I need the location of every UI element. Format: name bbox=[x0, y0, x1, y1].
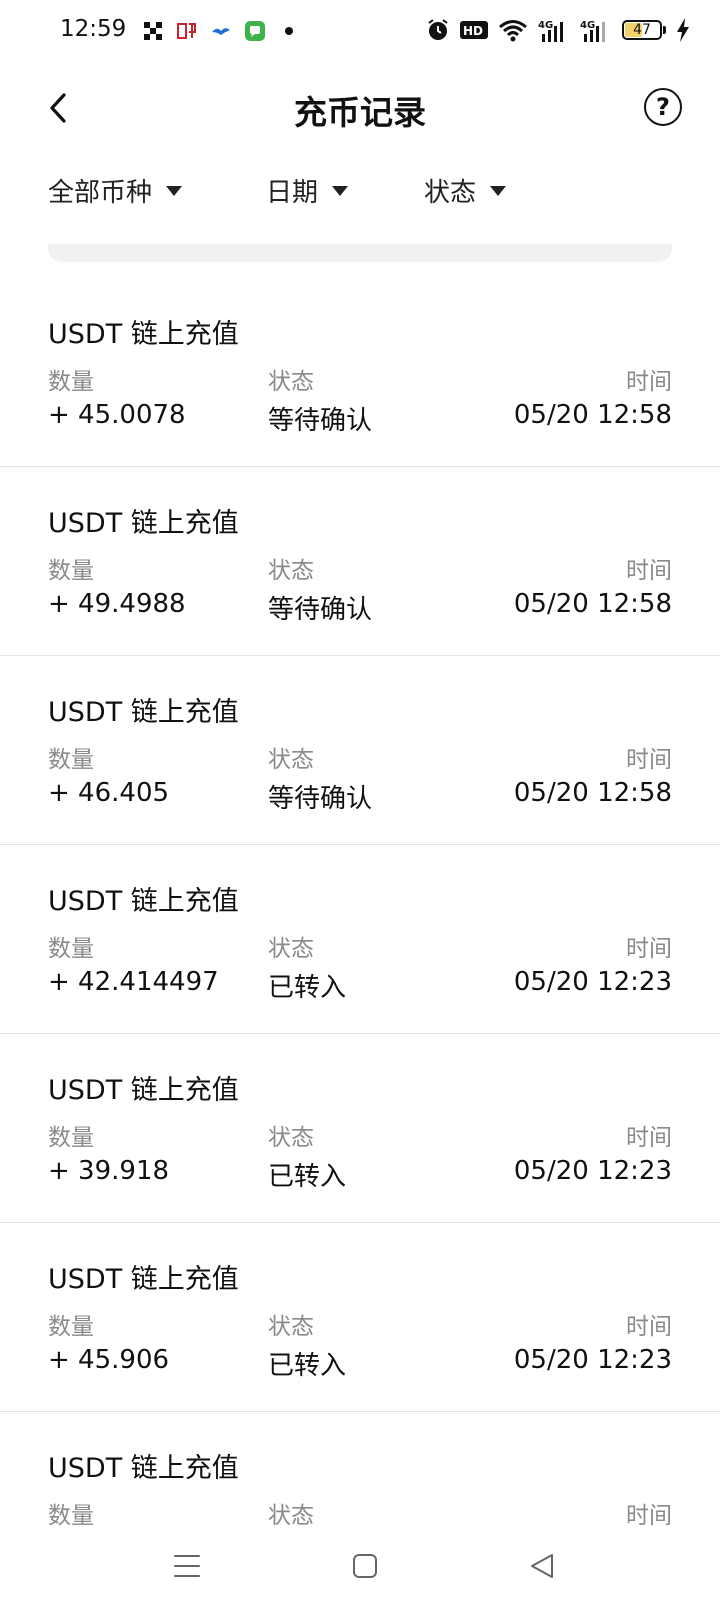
question-circle-icon: ? bbox=[656, 93, 670, 121]
nav-recents-button[interactable] bbox=[167, 1546, 207, 1586]
filter-coin-dropdown[interactable]: 全部币种 bbox=[48, 172, 183, 209]
time-value: 05/20 12:23 bbox=[513, 967, 672, 997]
caret-down-icon bbox=[166, 185, 183, 196]
list-item[interactable]: USDT 链上充值 数量 状态 时间 + 45.906 已转入 05/20 12… bbox=[0, 1223, 720, 1412]
time-label: 时间 bbox=[626, 558, 672, 584]
notification-icons bbox=[142, 20, 300, 42]
more-dot-icon bbox=[285, 27, 293, 35]
system-nav-bar bbox=[0, 1526, 720, 1612]
status-label: 状态 bbox=[268, 558, 314, 584]
okx-app-icon bbox=[144, 22, 162, 40]
postal-app-icon bbox=[177, 23, 196, 39]
svg-text:4G: 4G bbox=[538, 20, 553, 31]
amount-label: 数量 bbox=[48, 1314, 94, 1340]
time-label: 时间 bbox=[626, 747, 672, 773]
status-label: 状态 bbox=[268, 1314, 314, 1340]
amount-value: + 39.918 bbox=[48, 1156, 170, 1186]
status-value: 等待确认 bbox=[268, 406, 373, 436]
status-value: 已转入 bbox=[268, 1351, 347, 1381]
filter-panel-edge bbox=[48, 244, 672, 262]
battery-level: 47 bbox=[633, 22, 651, 38]
triangle-back-icon bbox=[531, 1554, 553, 1578]
status-label: 状态 bbox=[268, 1503, 314, 1529]
record-title: USDT 链上充值 bbox=[48, 508, 239, 539]
status-value: 等待确认 bbox=[268, 595, 373, 625]
caret-down-icon bbox=[490, 185, 507, 196]
menu-lines-icon bbox=[174, 1555, 200, 1577]
time-label: 时间 bbox=[626, 369, 672, 395]
status-label: 状态 bbox=[268, 936, 314, 962]
signal-4g-icon-2: 4G bbox=[580, 20, 605, 42]
nav-back-button[interactable] bbox=[522, 1546, 562, 1586]
page-title: 充币记录 bbox=[294, 93, 426, 132]
amount-value: + 45.0078 bbox=[48, 400, 186, 430]
amount-value: + 46.405 bbox=[48, 778, 170, 808]
hd-icon: HD bbox=[460, 21, 488, 39]
record-title: USDT 链上充值 bbox=[48, 319, 239, 350]
status-label: 状态 bbox=[268, 1125, 314, 1151]
wifi-icon bbox=[499, 20, 527, 42]
caret-down-icon bbox=[332, 185, 349, 196]
time-value: 05/20 12:58 bbox=[513, 589, 672, 619]
status-label: 状态 bbox=[268, 369, 314, 395]
time-value: 05/20 12:58 bbox=[513, 778, 672, 808]
amount-label: 数量 bbox=[48, 747, 94, 773]
amount-label: 数量 bbox=[48, 369, 94, 395]
time-value: 05/20 12:58 bbox=[513, 400, 672, 430]
time-label: 时间 bbox=[626, 1503, 672, 1529]
time-label: 时间 bbox=[626, 936, 672, 962]
list-item[interactable]: USDT 链上充值 数量 状态 时间 + 46.405 等待确认 05/20 1… bbox=[0, 656, 720, 845]
time-value: 05/20 12:23 bbox=[513, 1345, 672, 1375]
amount-label: 数量 bbox=[48, 936, 94, 962]
filter-bar: 全部币种 日期 状态 bbox=[0, 160, 720, 224]
filter-date-dropdown[interactable]: 日期 bbox=[266, 172, 349, 209]
status-value: 已转入 bbox=[268, 973, 347, 1003]
message-app-icon bbox=[245, 21, 265, 41]
amount-label: 数量 bbox=[48, 1125, 94, 1151]
list-item[interactable]: USDT 链上充值 数量 状态 时间 + 39.918 已转入 05/20 12… bbox=[0, 1034, 720, 1223]
battery-cap bbox=[663, 26, 666, 34]
record-title: USDT 链上充值 bbox=[48, 1453, 239, 1484]
status-label: 状态 bbox=[268, 747, 314, 773]
status-value: 等待确认 bbox=[268, 784, 373, 814]
battery-icon: 47 bbox=[622, 20, 662, 40]
record-title: USDT 链上充值 bbox=[48, 1264, 239, 1295]
record-title: USDT 链上充值 bbox=[48, 1075, 239, 1106]
status-bar: 12:59 HD 4G 4G 47 bbox=[0, 0, 720, 66]
bird-app-icon bbox=[212, 28, 230, 35]
filter-coin-label: 全部币种 bbox=[48, 178, 153, 208]
help-button[interactable]: ? bbox=[644, 88, 682, 126]
svg-text:HD: HD bbox=[463, 24, 483, 38]
amount-label: 数量 bbox=[48, 558, 94, 584]
time-label: 时间 bbox=[626, 1125, 672, 1151]
square-home-icon bbox=[353, 1554, 377, 1578]
svg-text:4G: 4G bbox=[580, 20, 595, 31]
list-item[interactable]: USDT 链上充值 数量 状态 时间 + 45.0078 等待确认 05/20 … bbox=[0, 278, 720, 467]
amount-label: 数量 bbox=[48, 1503, 94, 1529]
deposit-records-list: USDT 链上充值 数量 状态 时间 + 45.0078 等待确认 05/20 … bbox=[0, 278, 720, 1600]
system-icons: HD 4G 4G 47 bbox=[426, 18, 690, 42]
list-item[interactable]: USDT 链上充值 数量 状态 时间 + 49.4988 等待确认 05/20 … bbox=[0, 467, 720, 656]
time-label: 时间 bbox=[626, 1314, 672, 1340]
filter-status-label: 状态 bbox=[424, 178, 477, 208]
status-time: 12:59 bbox=[60, 16, 127, 42]
filter-status-dropdown[interactable]: 状态 bbox=[424, 172, 507, 209]
amount-value: + 42.414497 bbox=[48, 967, 219, 997]
time-value: 05/20 12:23 bbox=[513, 1156, 672, 1186]
list-item[interactable]: USDT 链上充值 数量 状态 时间 + 42.414497 已转入 05/20… bbox=[0, 845, 720, 1034]
record-title: USDT 链上充值 bbox=[48, 697, 239, 728]
filter-date-label: 日期 bbox=[266, 178, 319, 208]
signal-4g-icon: 4G bbox=[538, 20, 563, 42]
record-title: USDT 链上充值 bbox=[48, 886, 239, 917]
amount-value: + 45.906 bbox=[48, 1345, 170, 1375]
status-value: 已转入 bbox=[268, 1162, 347, 1192]
nav-home-button[interactable] bbox=[345, 1546, 385, 1586]
charging-bolt-icon bbox=[677, 18, 689, 42]
amount-value: + 49.4988 bbox=[48, 589, 186, 619]
alarm-icon bbox=[428, 19, 448, 40]
app-header: 充币记录 ? bbox=[0, 66, 720, 156]
